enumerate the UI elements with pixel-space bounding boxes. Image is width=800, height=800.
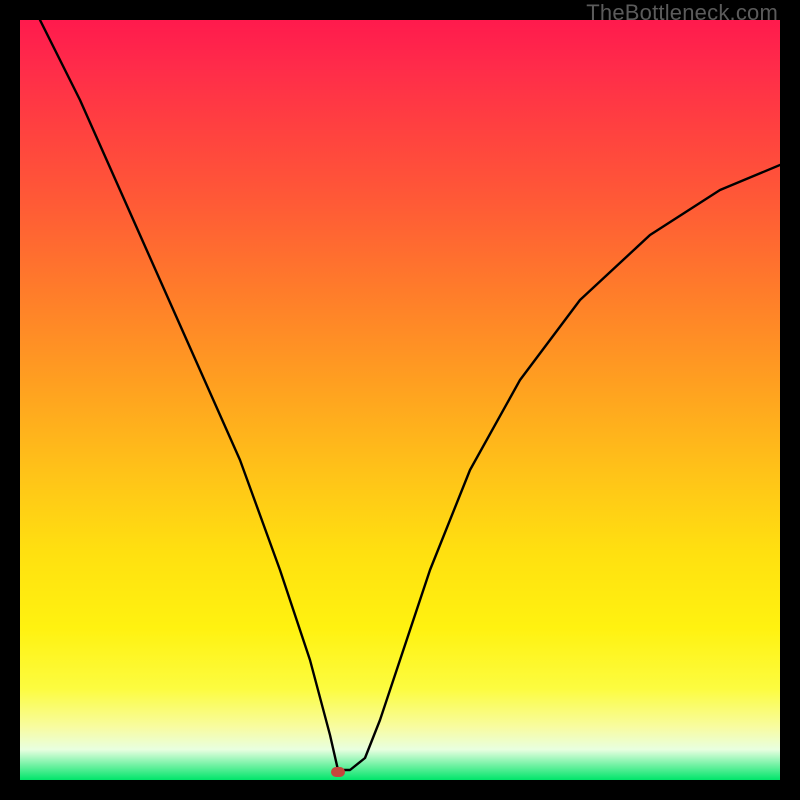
watermark-text: TheBottleneck.com (586, 0, 778, 26)
chart-frame (20, 20, 780, 780)
bottleneck-curve (40, 20, 780, 770)
chart-curve-svg (20, 20, 780, 780)
optimum-marker-dot (331, 767, 345, 777)
